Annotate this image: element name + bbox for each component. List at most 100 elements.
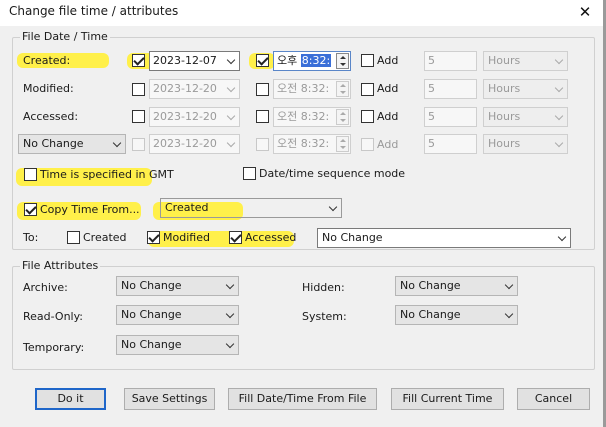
readonly-select[interactable]: No Change xyxy=(116,305,239,325)
archive-select[interactable]: No Change xyxy=(116,276,239,296)
to-extra-select[interactable]: No Change xyxy=(317,228,571,248)
time-spin-icon[interactable] xyxy=(336,81,349,97)
modified-label: Modified: xyxy=(23,82,74,95)
archive-value: No Change xyxy=(121,279,182,292)
modified-unit-value: Hours xyxy=(488,82,521,95)
to-created-checkbox[interactable] xyxy=(67,231,80,244)
chevron-down-icon xyxy=(225,280,235,290)
accessed-unit-select[interactable]: Hours xyxy=(483,107,568,127)
fill-from-file-button[interactable]: Fill Date/Time From File xyxy=(228,388,377,410)
created-add-value[interactable]: 5 xyxy=(424,51,477,71)
hidden-value: No Change xyxy=(400,279,461,292)
modified-date-value: 2023-12-20 xyxy=(153,82,217,95)
to-accessed-checkbox[interactable] xyxy=(229,231,242,244)
system-select[interactable]: No Change xyxy=(395,305,518,325)
modified-add-value[interactable]: 5 xyxy=(424,79,477,99)
created-ampm: 오후 xyxy=(277,54,298,67)
created-add-label: Add xyxy=(377,54,399,67)
system-value: No Change xyxy=(400,308,461,321)
created-label: Created: xyxy=(23,54,71,67)
copy-source-select[interactable]: Created xyxy=(160,198,342,218)
chevron-down-icon xyxy=(226,111,236,121)
gmt-checkbox[interactable] xyxy=(24,168,37,181)
accessed-add-value[interactable]: 5 xyxy=(424,107,477,127)
created-time-picker[interactable]: 오후 8:32: xyxy=(273,51,351,71)
sequence-mode-label: Date/time sequence mode xyxy=(259,167,406,180)
do-it-button[interactable]: Do it xyxy=(35,388,106,410)
fourth-add-label: Add xyxy=(377,138,399,151)
cancel-button[interactable]: Cancel xyxy=(517,388,590,410)
fourth-time-picker[interactable]: 오전 8:32: xyxy=(273,134,351,154)
chevron-down-icon xyxy=(226,83,236,93)
modified-time-checkbox[interactable] xyxy=(256,83,269,96)
copy-time-checkbox[interactable] xyxy=(24,203,37,216)
accessed-time-checkbox[interactable] xyxy=(256,110,269,123)
archive-label: Archive: xyxy=(23,281,68,294)
accessed-date-checkbox[interactable] xyxy=(132,110,145,123)
fourth-date-checkbox[interactable] xyxy=(132,138,145,151)
to-created-label: Created xyxy=(83,231,127,244)
chevron-down-icon xyxy=(554,138,564,148)
hidden-select[interactable]: No Change xyxy=(395,276,518,296)
change-file-time-dialog: Change file time / attributes ✕ File Dat… xyxy=(0,0,606,427)
readonly-label: Read-Only: xyxy=(23,310,84,323)
to-modified-label: Modified xyxy=(163,231,210,244)
chevron-down-icon xyxy=(112,138,122,148)
temporary-select[interactable]: No Change xyxy=(116,335,239,355)
to-accessed-label: Accessed xyxy=(245,231,297,244)
fourth-unit-select[interactable]: Hours xyxy=(483,134,568,154)
modified-add-checkbox[interactable] xyxy=(361,83,374,96)
sequence-mode-checkbox[interactable] xyxy=(243,167,256,180)
created-date-picker[interactable]: 2023-12-07 xyxy=(149,51,240,71)
time-spin-icon[interactable] xyxy=(336,53,349,69)
modified-unit-select[interactable]: Hours xyxy=(483,79,568,99)
fourth-time-value: 8:32: xyxy=(300,137,330,150)
fourth-target-select[interactable]: No Change xyxy=(18,134,126,154)
fourth-add-checkbox[interactable] xyxy=(361,138,374,151)
accessed-label: Accessed: xyxy=(23,110,79,123)
fourth-unit-value: Hours xyxy=(488,137,521,150)
created-date-checkbox[interactable] xyxy=(132,54,145,67)
fourth-date-value: 2023-12-20 xyxy=(153,137,217,150)
window-title: Change file time / attributes xyxy=(9,4,179,18)
fourth-add-value[interactable]: 5 xyxy=(424,134,477,154)
readonly-value: No Change xyxy=(121,308,182,321)
accessed-date-picker[interactable]: 2023-12-20 xyxy=(149,107,240,127)
modified-date-picker[interactable]: 2023-12-20 xyxy=(149,79,240,99)
save-settings-button[interactable]: Save Settings xyxy=(124,388,215,410)
fourth-ampm: 오전 xyxy=(277,137,298,150)
accessed-time-picker[interactable]: 오전 8:32: xyxy=(273,107,351,127)
to-label: To: xyxy=(23,231,39,244)
accessed-add-checkbox[interactable] xyxy=(361,110,374,123)
file-attributes-legend: File Attributes xyxy=(20,259,101,272)
created-time-value: 8:32: xyxy=(300,54,332,67)
copy-time-label: Copy Time From... xyxy=(40,203,140,216)
to-modified-checkbox[interactable] xyxy=(147,231,160,244)
modified-time-value: 8:32: xyxy=(300,82,330,95)
chevron-down-icon xyxy=(554,83,564,93)
gmt-label: Time is specified in GMT xyxy=(40,168,174,181)
fill-current-time-button[interactable]: Fill Current Time xyxy=(391,388,504,410)
chevron-down-icon xyxy=(225,339,235,349)
modified-date-checkbox[interactable] xyxy=(132,83,145,96)
time-spin-icon[interactable] xyxy=(336,136,349,152)
chevron-down-icon xyxy=(557,232,567,242)
created-unit-select[interactable]: Hours xyxy=(483,51,568,71)
created-date-value: 2023-12-07 xyxy=(153,54,217,67)
time-spin-icon[interactable] xyxy=(336,109,349,125)
modified-ampm: 오전 xyxy=(277,82,298,95)
fourth-target-value: No Change xyxy=(23,137,84,150)
fourth-date-picker[interactable]: 2023-12-20 xyxy=(149,134,240,154)
temporary-value: No Change xyxy=(121,338,182,351)
accessed-unit-value: Hours xyxy=(488,110,521,123)
accessed-add-label: Add xyxy=(377,110,399,123)
accessed-ampm: 오전 xyxy=(277,110,298,123)
created-add-checkbox[interactable] xyxy=(361,54,374,67)
temporary-label: Temporary: xyxy=(23,341,85,354)
file-date-time-legend: File Date / Time xyxy=(20,30,110,43)
modified-time-picker[interactable]: 오전 8:32: xyxy=(273,79,351,99)
created-time-checkbox[interactable] xyxy=(256,54,269,67)
hidden-label: Hidden: xyxy=(302,281,345,294)
close-icon[interactable]: ✕ xyxy=(574,2,596,22)
fourth-time-checkbox[interactable] xyxy=(256,138,269,151)
